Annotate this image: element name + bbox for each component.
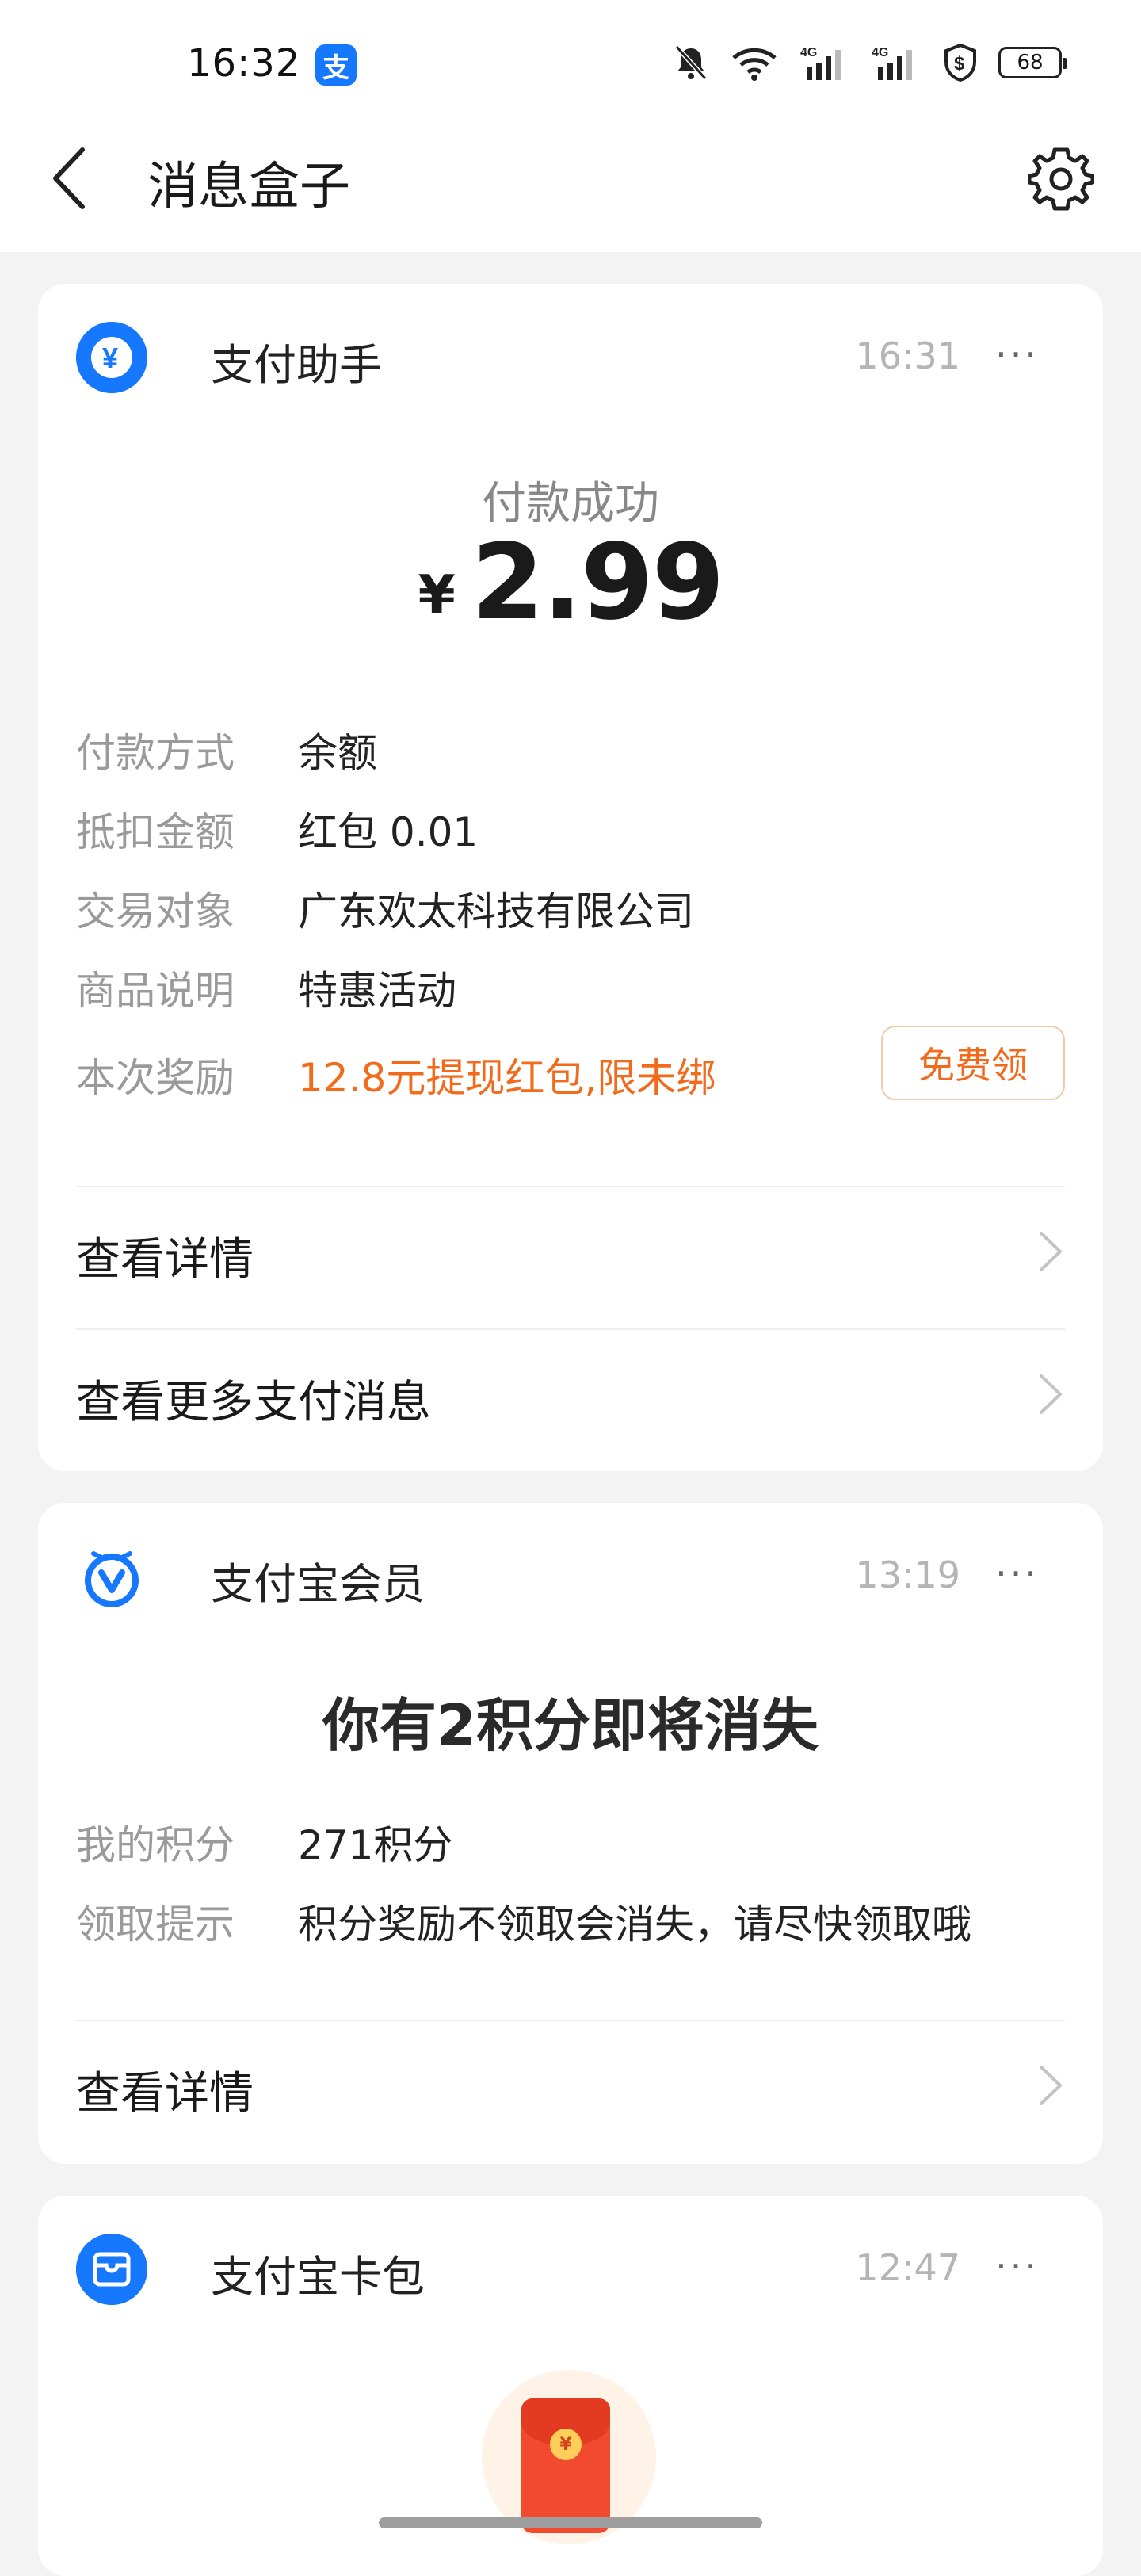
detail-key: 本次奖励: [76, 1055, 235, 1101]
view-details-link[interactable]: 查看详情: [76, 2023, 1065, 2134]
card-source: 支付宝卡包: [211, 2252, 425, 2302]
card-header: ¥ 支付助手 16:31 ···: [76, 319, 1055, 395]
svg-text:4G: 4G: [800, 46, 817, 59]
alipay-member-card[interactable]: 支付宝会员 13:19 ··· 你有2积分即将消失 我的积分 271积分 领取提…: [38, 1503, 1103, 2164]
divider: [76, 1328, 1065, 1330]
card-source: 支付宝会员: [211, 1559, 425, 1609]
home-indicator[interactable]: [379, 2517, 762, 2528]
detail-value: 红包 0.01: [298, 809, 479, 855]
top-bar: 16:32 支 4G 4G $ 68 消息盒子: [0, 0, 1141, 252]
payment-assistant-card[interactable]: ¥ 支付助手 16:31 ··· 付款成功 ¥2.99 付款方式 余额 抵扣金额…: [38, 284, 1103, 1471]
wifi-icon: [732, 48, 777, 81]
detail-key: 商品说明: [76, 968, 235, 1014]
detail-row: 我的积分 271积分: [76, 1814, 1065, 1869]
card-source: 支付助手: [211, 340, 382, 390]
detail-value: 余额: [298, 730, 377, 776]
more-options-icon[interactable]: ···: [995, 1552, 1040, 1595]
alipay-notification-icon: 支: [315, 44, 357, 86]
yuan-coin-icon: ¥: [76, 322, 147, 393]
detail-key: 抵扣金额: [76, 809, 235, 855]
signal-4g-icon: 4G: [800, 46, 841, 80]
detail-row: 商品说明 特惠活动: [76, 959, 1065, 1015]
divider: [76, 1186, 1065, 1187]
currency-symbol: ¥: [418, 564, 456, 627]
more-options-icon[interactable]: ···: [995, 2245, 1040, 2287]
svg-text:¥: ¥: [102, 342, 118, 374]
wallet-icon: [76, 2234, 147, 2305]
detail-key: 付款方式: [76, 730, 235, 776]
divider: [76, 2020, 1065, 2021]
card-header: 支付宝会员 13:19 ···: [76, 1538, 1055, 1614]
detail-row: 抵扣金额 红包 0.01: [76, 801, 1065, 856]
detail-key: 交易对象: [76, 889, 235, 934]
shield-dollar-icon: $: [944, 43, 976, 82]
chevron-right-icon: [1040, 2066, 1062, 2105]
detail-value: 271积分: [298, 1822, 453, 1868]
claim-free-button[interactable]: 免费领: [881, 1026, 1065, 1100]
chevron-right-icon: [1040, 1374, 1062, 1414]
detail-key: 我的积分: [76, 1822, 235, 1868]
more-payment-messages-link[interactable]: 查看更多支付消息: [76, 1332, 1065, 1443]
settings-gear-icon: [1028, 147, 1094, 211]
signal-4g-icon-2: 4G: [872, 46, 912, 80]
back-arrow-icon: [53, 147, 85, 209]
points-expiring-title: 你有2积分即将消失: [322, 1692, 819, 1759]
red-envelope-icon: ¥: [521, 2398, 610, 2533]
detail-row: 交易对象 广东欢太科技有限公司: [76, 880, 1065, 935]
member-v-icon: [76, 1541, 147, 1612]
reward-row: 本次奖励 12.8元提现红包,限未绑 免费领: [76, 1026, 1065, 1103]
detail-value: 积分奖励不领取会消失，请尽快领取哦: [298, 1901, 971, 1947]
svg-text:$: $: [954, 53, 965, 75]
payment-amount: ¥2.99: [38, 522, 1103, 644]
svg-text:4G: 4G: [872, 46, 888, 59]
link-label: 查看详情: [76, 1234, 254, 1286]
settings-button[interactable]: [1025, 143, 1097, 214]
back-button[interactable]: [51, 143, 108, 214]
page-title: 消息盒子: [147, 158, 350, 216]
status-time: 16:32: [187, 41, 301, 86]
link-label: 查看更多支付消息: [76, 1377, 431, 1428]
detail-key: 领取提示: [76, 1901, 235, 1947]
reward-value[interactable]: 12.8元提现红包,限未绑: [298, 1046, 716, 1103]
envelope-coin: ¥: [550, 2429, 582, 2460]
card-header: 支付宝卡包 12:47 ···: [76, 2230, 1055, 2307]
card-time: 12:47: [855, 2246, 960, 2289]
link-label: 查看详情: [76, 2068, 254, 2119]
mute-bell-icon: [674, 44, 708, 81]
detail-value: 广东欢太科技有限公司: [298, 889, 694, 934]
detail-row: 付款方式 余额: [76, 721, 1065, 777]
chevron-right-icon: [1040, 1232, 1062, 1271]
detail-value: 特惠活动: [298, 968, 456, 1014]
battery-indicator: 68: [998, 47, 1067, 78]
amount-value: 2.99: [471, 522, 725, 644]
detail-row: 领取提示 积分奖励不领取会消失，请尽快领取哦: [76, 1893, 1065, 1948]
card-time: 16:31: [855, 334, 960, 377]
view-details-link[interactable]: 查看详情: [76, 1189, 1065, 1300]
status-icons: 4G 4G $ 68: [674, 43, 1067, 82]
more-options-icon[interactable]: ···: [995, 333, 1040, 376]
card-time: 13:19: [855, 1554, 960, 1596]
